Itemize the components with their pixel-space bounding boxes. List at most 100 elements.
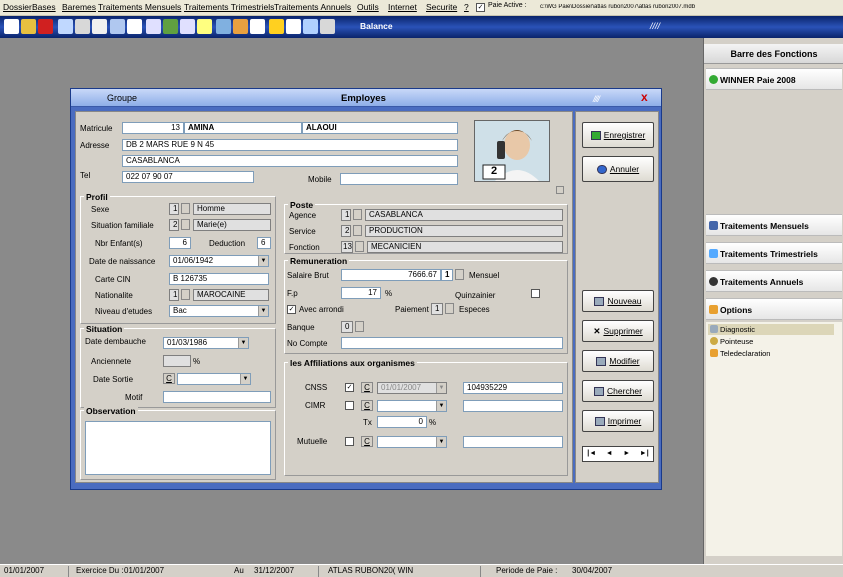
- print-icon[interactable]: [286, 19, 301, 34]
- prev-record-icon[interactable]: ◄: [601, 447, 619, 461]
- annuler-button[interactable]: Annuler: [582, 156, 654, 182]
- pencil-icon[interactable]: [180, 19, 195, 34]
- menu-bases[interactable]: Bases: [32, 2, 56, 12]
- salaire-code[interactable]: 1: [441, 269, 453, 281]
- sidebar-item-winner[interactable]: WINNER Paie 2008: [706, 68, 842, 90]
- grid-icon[interactable]: [110, 19, 125, 34]
- group-label[interactable]: Groupe: [107, 93, 137, 103]
- niveau-etudes-select[interactable]: Bac ▼: [169, 305, 269, 317]
- situation-code[interactable]: 2: [169, 219, 179, 231]
- prenom-field[interactable]: ALAOUI: [302, 122, 458, 134]
- delete-icon[interactable]: [38, 19, 53, 34]
- calc-icon[interactable]: [197, 19, 212, 34]
- open-folder-icon[interactable]: [21, 19, 36, 34]
- list-icon[interactable]: [75, 19, 90, 34]
- edit-icon[interactable]: [146, 19, 161, 34]
- first-record-icon[interactable]: |◄: [583, 447, 601, 461]
- tel-field[interactable]: 022 07 90 07: [122, 171, 254, 183]
- new-doc-icon[interactable]: [4, 19, 19, 34]
- tools-icon[interactable]: [163, 19, 178, 34]
- mobile-field[interactable]: [340, 173, 458, 185]
- next-record-icon[interactable]: ►: [618, 447, 636, 461]
- menu-securite[interactable]: Securite: [426, 2, 457, 12]
- service-code[interactable]: 2: [341, 225, 351, 237]
- salaire-brut-field[interactable]: 7666.67: [341, 269, 441, 281]
- menu-traitements-annuels[interactable]: Traitements Annuels: [274, 2, 351, 12]
- date-naissance-field[interactable]: 01/06/1942 ▼: [169, 255, 269, 267]
- sidebar-item-options[interactable]: Options: [706, 298, 842, 320]
- service-lookup-button[interactable]: [353, 225, 362, 236]
- chevron-down-icon[interactable]: ▼: [436, 437, 446, 447]
- chevron-down-icon[interactable]: ▼: [436, 401, 446, 411]
- chevron-down-icon[interactable]: ▼: [258, 306, 268, 316]
- cnss-date-field[interactable]: 01/01/2007 ▼: [377, 382, 447, 394]
- imprimer-button[interactable]: Imprimer: [582, 410, 654, 432]
- photo-resize-handle[interactable]: [556, 186, 564, 194]
- fp-field[interactable]: 17: [341, 287, 381, 299]
- adresse-line1[interactable]: DB 2 MARS RUE 9 N 45: [122, 139, 458, 151]
- chevron-down-icon[interactable]: ▼: [258, 256, 268, 266]
- menu-internet[interactable]: Internet: [388, 2, 417, 12]
- fonction-code[interactable]: 13: [341, 241, 353, 253]
- options-item-diagnostic[interactable]: Diagnostic: [708, 324, 834, 335]
- exit-icon[interactable]: [303, 19, 318, 34]
- bulb-icon[interactable]: [269, 19, 284, 34]
- close-icon[interactable]: x: [641, 90, 648, 104]
- anciennete-field[interactable]: [163, 355, 191, 367]
- folder-icon[interactable]: [233, 19, 248, 34]
- chart-icon[interactable]: [250, 19, 265, 34]
- avec-arrondi-checkbox[interactable]: ✓: [287, 305, 296, 314]
- nom-field[interactable]: AMINA: [184, 122, 302, 134]
- paie-active-checkbox[interactable]: ✓: [476, 3, 485, 12]
- mutuelle-checkbox[interactable]: [345, 437, 354, 446]
- nouveau-button[interactable]: Nouveau: [582, 290, 654, 312]
- employee-photo[interactable]: 2: [474, 120, 550, 182]
- sidebar-item-traitements-trimestriels[interactable]: Traitements Trimestriels: [706, 242, 842, 264]
- matricule-field[interactable]: 13: [122, 122, 184, 134]
- mutuelle-date-field[interactable]: ▼: [377, 436, 447, 448]
- sidebar-item-traitements-annuels[interactable]: Traitements Annuels: [706, 270, 842, 292]
- nationalite-lookup-button[interactable]: [181, 289, 190, 300]
- menu-baremes[interactable]: Baremes: [62, 2, 96, 12]
- menu-outils[interactable]: Outils: [357, 2, 379, 12]
- menu-help[interactable]: ?: [464, 2, 469, 12]
- date-sortie-field[interactable]: ▼: [177, 373, 251, 385]
- banque-lookup-button[interactable]: [355, 321, 364, 332]
- paiement-code[interactable]: 1: [431, 303, 443, 315]
- salaire-lookup-button[interactable]: [455, 269, 464, 280]
- cimr-checkbox[interactable]: [345, 401, 354, 410]
- sexe-lookup-button[interactable]: [181, 203, 190, 214]
- sexe-code[interactable]: 1: [169, 203, 179, 215]
- cimr-number-field[interactable]: [463, 400, 563, 412]
- menu-traitements-trimestriels[interactable]: Traitements Trimestriels: [184, 2, 274, 12]
- chercher-button[interactable]: Chercher: [582, 380, 654, 402]
- paiement-lookup-button[interactable]: [445, 303, 454, 314]
- mutuelle-number-field[interactable]: [463, 436, 563, 448]
- last-record-icon[interactable]: ►|: [636, 447, 654, 461]
- sidebar-item-traitements-mensuels[interactable]: Traitements Mensuels: [706, 214, 842, 236]
- chevron-down-icon[interactable]: ▼: [436, 383, 446, 393]
- tx-field[interactable]: 0: [377, 416, 427, 428]
- motif-field[interactable]: [163, 391, 271, 403]
- search-icon[interactable]: [58, 19, 73, 34]
- balance-label[interactable]: Balance: [360, 21, 393, 31]
- enregistrer-button[interactable]: Enregistrer: [582, 122, 654, 148]
- cnss-clear-button[interactable]: C: [361, 382, 373, 393]
- observation-textarea[interactable]: [85, 421, 271, 475]
- quinzainier-checkbox[interactable]: [531, 289, 540, 298]
- carte-cin-field[interactable]: B 126735: [169, 273, 269, 285]
- date-embauche-field[interactable]: 01/03/1986 ▼: [163, 337, 249, 349]
- cnss-checkbox[interactable]: ✓: [345, 383, 354, 392]
- document-icon[interactable]: [92, 19, 107, 34]
- people-icon[interactable]: [216, 19, 231, 34]
- chevron-down-icon[interactable]: ▼: [238, 338, 248, 348]
- fonction-lookup-button[interactable]: [355, 241, 364, 252]
- cimr-clear-button[interactable]: C: [361, 400, 373, 411]
- options-item-pointeuse[interactable]: Pointeuse: [708, 336, 834, 347]
- cnss-number-field[interactable]: 104935229: [463, 382, 563, 394]
- mutuelle-clear-button[interactable]: C: [361, 436, 373, 447]
- nbr-enfants-field[interactable]: 6: [169, 237, 191, 249]
- date-sortie-clear-button[interactable]: C: [163, 373, 175, 384]
- banque-code[interactable]: 0: [341, 321, 353, 333]
- supprimer-button[interactable]: ✕ Supprimer: [582, 320, 654, 342]
